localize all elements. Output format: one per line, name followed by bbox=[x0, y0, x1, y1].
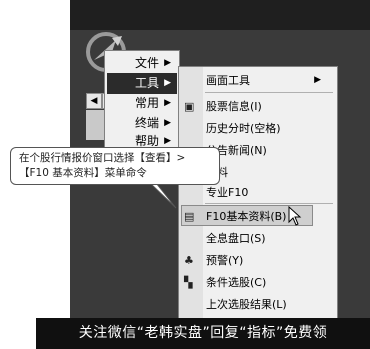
callout-line-1: 在个股行情报价窗口选择【查看】> bbox=[19, 152, 186, 164]
callout-box: 在个股行情报价窗口选择【查看】> 【F10 基本资料】菜单命令 bbox=[10, 147, 220, 185]
footer-banner: 关注微信“老韩实盘”回复“指标”免费领 bbox=[36, 318, 370, 349]
callout-line-2: 【F10 基本资料】菜单命令 bbox=[19, 167, 147, 179]
